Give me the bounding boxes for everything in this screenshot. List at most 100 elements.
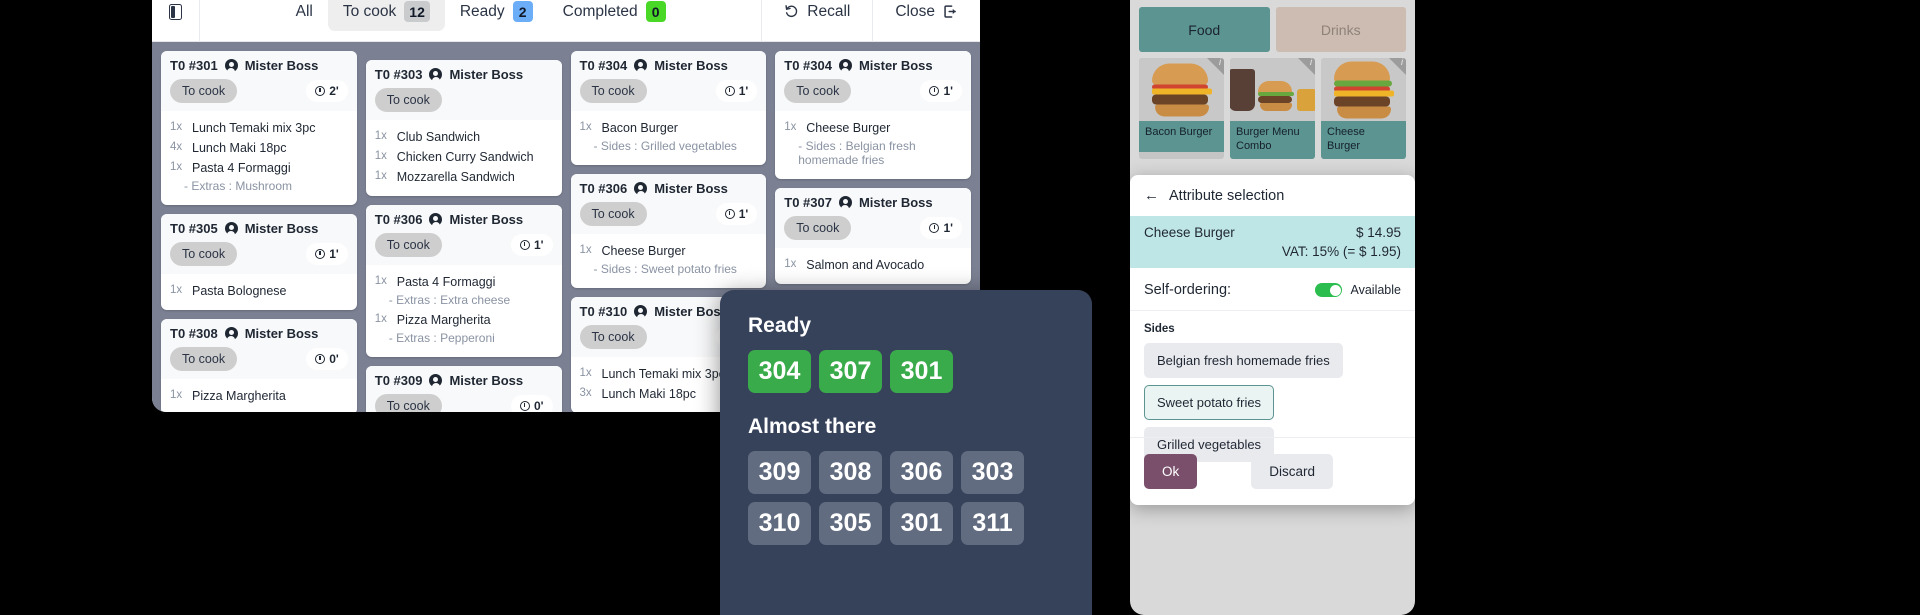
category-tab-food[interactable]: Food	[1139, 7, 1270, 52]
product-card-cheese-burger[interactable]: i Cheese Burger	[1321, 58, 1406, 159]
line-qty: 4x	[170, 141, 183, 153]
line-qty: 1x	[579, 121, 592, 133]
order-card-title: T0 #303 Mister Boss	[375, 67, 553, 82]
order-card[interactable]: T0 #306 Mister Boss To cook 1'	[570, 174, 767, 288]
close-button[interactable]: Close	[872, 0, 980, 42]
order-lines: 1x Bacon Burger - Sides : Grilled vegeta…	[571, 111, 767, 165]
line-qty: 3x	[579, 387, 592, 399]
order-card[interactable]: T0 #305 Mister Boss To cook 1' 1x Pasta …	[161, 214, 357, 310]
tab-to-cook[interactable]: To cook 12	[327, 0, 445, 31]
order-card[interactable]: T0 #301 Mister Boss To cook 2' 1x Lunch …	[161, 51, 357, 205]
order-timer: 1'	[715, 203, 758, 225]
side-option-sweet-potato-fries[interactable]: Sweet potato fries	[1144, 385, 1275, 420]
order-card[interactable]: T0 #304 Mister Boss To cook 1'	[570, 51, 767, 165]
product-card-bacon-burger[interactable]: i Bacon Burger	[1139, 58, 1224, 159]
order-card-head: T0 #304 Mister Boss To cook 1'	[570, 51, 767, 111]
order-card[interactable]: T0 #306 Mister Boss To cook 1'	[365, 205, 562, 357]
dialog-product-price: $ 14.95	[1355, 225, 1401, 240]
line-sub: - Extras : Extra cheese	[388, 293, 511, 307]
recall-button[interactable]: Recall	[761, 0, 872, 42]
dialog-vat-text: VAT: 15% (= $ 1.95)	[1281, 244, 1401, 259]
order-number: T0 #305	[170, 221, 218, 236]
screen: All To cook 12 Ready 2 Completed 0 Recal…	[0, 0, 1920, 615]
order-status-row: To cook 1'	[170, 236, 348, 274]
tab-completed[interactable]: Completed 0	[548, 0, 681, 31]
line-qty: 1x	[784, 258, 797, 270]
order-card-head: T0 #307 Mister Boss To cook 1'	[775, 188, 971, 248]
order-card-title: T0 #308 Mister Boss	[170, 326, 348, 341]
order-number: T0 #304	[579, 58, 628, 73]
product-name: Cheese Burger	[1321, 121, 1406, 159]
status-badge[interactable]: To cook	[784, 216, 852, 240]
recall-label: Recall	[807, 2, 851, 20]
order-card[interactable]: T0 #303 Mister Boss To cook 2'	[365, 60, 562, 196]
info-icon[interactable]	[1207, 58, 1224, 75]
panel-toggle-button[interactable]	[152, 0, 200, 42]
order-timer: 2'	[306, 80, 348, 102]
line-name: Bacon Burger	[601, 121, 678, 135]
dialog-product-name: Cheese Burger	[1144, 225, 1235, 240]
line-name: Mozzarella Sandwich	[396, 170, 515, 184]
line-sub: - Extras : Pepperoni	[388, 331, 495, 345]
product-card-burger-menu-combo[interactable]: i Burger Menu Combo	[1230, 58, 1315, 159]
order-customer: Mister Boss	[449, 373, 524, 388]
order-card[interactable]: T0 #307 Mister Boss To cook 1' 1x Salmon…	[775, 188, 971, 284]
status-badge[interactable]: To cook	[374, 88, 442, 112]
order-line: 1x Pasta Bolognese	[170, 281, 348, 301]
product-price-bar: Cheese Burger $ 14.95 VAT: 15% (= $ 1.95…	[1130, 216, 1415, 268]
order-line: 1x Pasta 4 Formaggi	[375, 272, 553, 292]
tab-all[interactable]: All	[281, 0, 328, 30]
order-lines: 1x Pasta Bolognese	[161, 274, 357, 310]
person-icon	[224, 327, 238, 341]
person-icon	[634, 182, 648, 196]
info-icon[interactable]	[1298, 58, 1315, 75]
almost-number-tile: 311	[961, 502, 1024, 545]
order-timer: 1'	[920, 80, 962, 102]
tab-all-label: All	[295, 2, 313, 20]
order-number: T0 #310	[579, 304, 628, 319]
order-status-row: To cook 2'	[374, 82, 553, 120]
order-lines: 1x Club Sandwich 1x Chicken Curry Sandwi…	[366, 120, 562, 196]
order-lines: 1x Salmon and Avocado	[775, 248, 971, 284]
self-ordering-toggle[interactable]	[1315, 283, 1343, 297]
tab-ready[interactable]: Ready 2	[445, 0, 548, 31]
status-badge[interactable]: To cook	[579, 79, 647, 103]
discard-button[interactable]: Discard	[1251, 454, 1334, 489]
product-price-row: Cheese Burger $ 14.95	[1144, 225, 1401, 240]
order-card[interactable]: T0 #309 Mister Boss To cook 0'	[365, 366, 562, 412]
order-status-row: To cook 0'	[170, 341, 348, 379]
order-customer: Mister Boss	[244, 221, 319, 236]
order-card[interactable]: T0 #308 Mister Boss To cook 0' 1x Pizza …	[161, 319, 357, 412]
status-badge[interactable]: To cook	[170, 347, 238, 371]
order-customer: Mister Boss	[858, 195, 933, 210]
order-number: T0 #304	[784, 58, 832, 73]
order-line: 4x Lunch Maki 18pc	[170, 138, 348, 158]
status-badge[interactable]: To cook	[579, 325, 647, 349]
status-badge[interactable]: To cook	[374, 233, 442, 257]
category-tab-drinks-label: Drinks	[1320, 21, 1361, 38]
category-tab-drinks[interactable]: Drinks	[1275, 7, 1406, 52]
order-line: 1x Pizza Margherita	[375, 310, 553, 330]
order-card-title: T0 #307 Mister Boss	[784, 195, 962, 210]
status-badge[interactable]: To cook	[784, 79, 852, 103]
status-badge[interactable]: To cook	[170, 79, 238, 103]
back-arrow-icon[interactable]: ←	[1144, 187, 1159, 204]
order-timer-value: 0'	[329, 352, 339, 366]
order-line: 1x Pizza Margherita	[170, 386, 348, 406]
order-card-head: T0 #308 Mister Boss To cook 0'	[161, 319, 357, 379]
burger-illustration	[1333, 61, 1394, 118]
product-name: Bacon Burger	[1139, 121, 1224, 152]
order-card[interactable]: T0 #304 Mister Boss To cook 1'	[775, 51, 971, 179]
ok-button[interactable]: Ok	[1144, 454, 1198, 489]
line-qty: 1x	[170, 284, 183, 296]
line-name: Pasta 4 Formaggi	[192, 161, 291, 175]
status-badge[interactable]: To cook	[579, 202, 647, 226]
side-option-belgian-fries[interactable]: Belgian fresh homemade fries	[1144, 343, 1343, 378]
order-line: 1x Pasta 4 Formaggi	[170, 158, 348, 178]
tab-completed-count: 0	[645, 1, 666, 22]
line-name: Chicken Curry Sandwich	[396, 150, 534, 164]
info-icon[interactable]	[1389, 58, 1406, 75]
status-badge[interactable]: To cook	[170, 242, 238, 266]
clock-icon	[724, 209, 735, 219]
status-badge[interactable]: To cook	[374, 394, 442, 412]
